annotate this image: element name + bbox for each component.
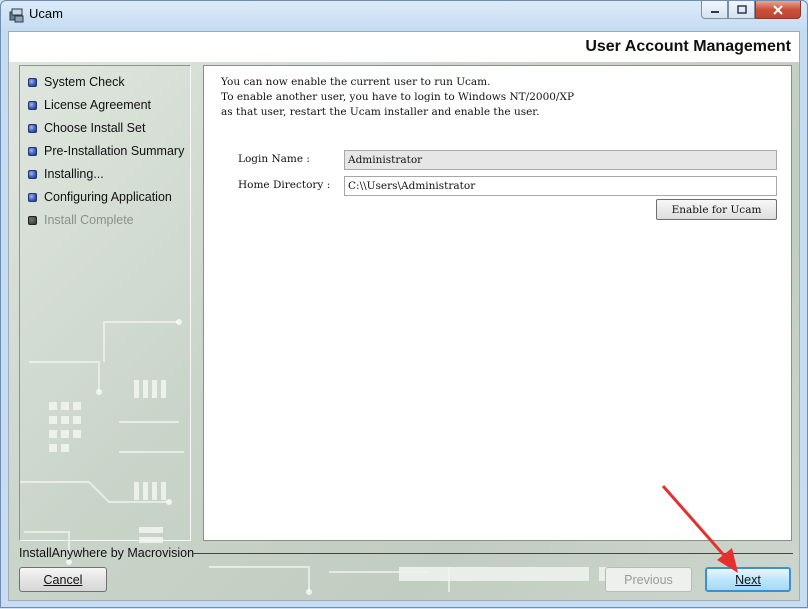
maximize-icon	[736, 5, 747, 14]
step-bullet-icon	[28, 77, 37, 87]
step-bullet-icon	[28, 146, 37, 156]
step-bullet-icon	[28, 215, 37, 225]
install-steps-list: System Check License Agreement Choose In…	[19, 65, 191, 541]
step-item: System Check	[28, 75, 125, 89]
step-label: Configuring Application	[44, 190, 172, 204]
installer-window: Ucam User Account Management System Chec…	[0, 0, 808, 608]
step-item-current: Configuring Application	[28, 190, 172, 204]
step-bullet-icon	[28, 123, 37, 133]
cancel-button[interactable]: Cancel	[19, 567, 107, 592]
step-item-pending: Install Complete	[28, 213, 134, 227]
home-directory-label: Home Directory :	[238, 179, 331, 191]
step-label: Install Complete	[44, 213, 134, 227]
page-title: User Account Management	[585, 38, 791, 55]
previous-button-label: Previous	[624, 572, 673, 587]
minimize-icon	[710, 10, 719, 13]
installer-content: User Account Management System Check Lic…	[8, 31, 800, 601]
instruction-text: You can now enable the current user to r…	[221, 76, 575, 118]
step-item: License Agreement	[28, 98, 151, 112]
close-button[interactable]	[755, 1, 801, 19]
previous-button[interactable]: Previous	[605, 567, 692, 592]
minimize-button[interactable]	[701, 1, 728, 19]
step-bullet-icon	[28, 169, 37, 179]
step-item: Pre-Installation Summary	[28, 144, 184, 158]
login-name-field: Administrator	[344, 150, 777, 170]
footer-divider	[193, 553, 793, 554]
window-title: Ucam	[29, 6, 63, 21]
step-item: Installing...	[28, 167, 104, 181]
close-icon	[773, 4, 783, 15]
step-bullet-icon	[28, 100, 37, 110]
cancel-button-label: Cancel	[43, 572, 83, 587]
maximize-button[interactable]	[728, 1, 755, 19]
next-button[interactable]: Next	[705, 567, 791, 592]
main-panel: You can now enable the current user to r…	[203, 65, 792, 541]
home-directory-field[interactable]: C:\\Users\Administrator	[344, 176, 777, 196]
title-bar[interactable]: Ucam	[1, 1, 807, 29]
step-bullet-icon	[28, 192, 37, 202]
vendor-label: InstallAnywhere by Macrovision	[19, 546, 195, 560]
step-label: Pre-Installation Summary	[44, 144, 185, 158]
step-item: Choose Install Set	[28, 121, 145, 135]
step-label: System Check	[44, 75, 125, 89]
next-button-label: Next	[735, 572, 761, 587]
step-label: Choose Install Set	[44, 121, 146, 135]
step-label: License Agreement	[44, 98, 152, 112]
login-name-label: Login Name :	[238, 153, 310, 165]
header-bar: User Account Management	[9, 32, 799, 62]
enable-for-ucam-button[interactable]: Enable for Ucam	[656, 199, 777, 220]
app-icon	[9, 8, 24, 23]
step-label: Installing...	[44, 167, 104, 181]
